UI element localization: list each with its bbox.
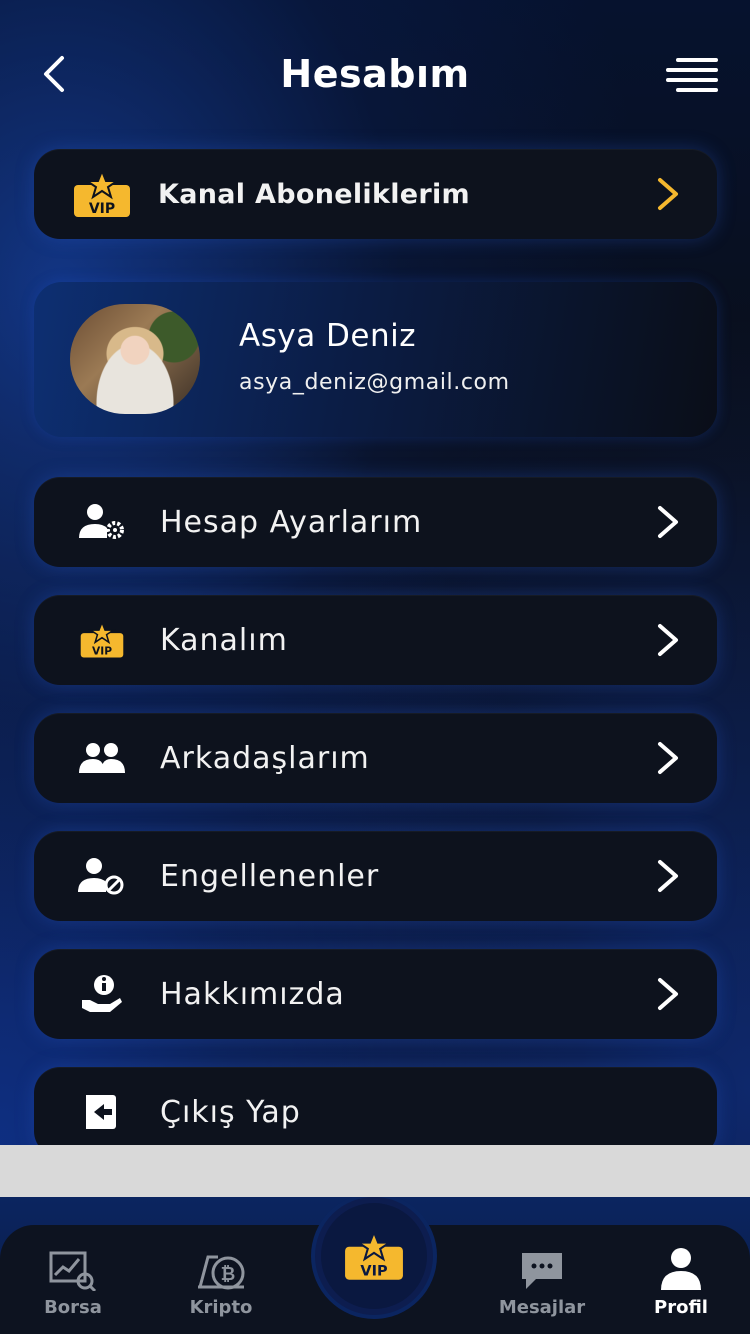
menu-button[interactable] xyxy=(666,56,718,94)
bottom-tab-bar: Borsa ₿ Kripto VIP Mesajlar Profil xyxy=(0,1197,750,1334)
chevron-right-icon xyxy=(658,978,678,1010)
logout-icon xyxy=(72,1087,132,1137)
divider-band xyxy=(0,1145,750,1197)
vip-badge-text: VIP xyxy=(92,644,112,657)
menu-item-label: Engellenenler xyxy=(160,858,380,894)
header: Hesabım xyxy=(0,40,750,110)
tab-label: Profil xyxy=(654,1297,708,1318)
stock-chart-icon xyxy=(18,1247,128,1291)
vip-icon: VIP xyxy=(72,615,132,665)
chevron-right-icon xyxy=(658,506,678,538)
channel-subscriptions-item[interactable]: VIP Kanal Aboneliklerim xyxy=(34,149,717,239)
chevron-right-icon xyxy=(658,860,678,892)
page-title: Hesabım xyxy=(280,52,470,96)
profile-name: Asya Deniz xyxy=(239,318,417,354)
vip-badge-text: VIP xyxy=(89,201,115,217)
menu-item-label: Hesap Ayarlarım xyxy=(160,504,423,540)
menu-item-blocked[interactable]: Engellenenler xyxy=(34,831,717,921)
menu-item-label: Kanalım xyxy=(160,622,288,658)
menu-item-label: Hakkımızda xyxy=(160,976,345,1012)
menu-item-label: Çıkış Yap xyxy=(160,1094,301,1130)
chat-icon xyxy=(487,1247,597,1291)
menu-item-about[interactable]: Hakkımızda xyxy=(34,949,717,1039)
info-hand-icon xyxy=(72,969,132,1019)
menu-item-my-channel[interactable]: VIP Kanalım xyxy=(34,595,717,685)
hamburger-icon xyxy=(666,58,718,92)
vip-icon: VIP xyxy=(72,169,132,219)
account-screen: Hesabım VIP Kanal Aboneliklerim Asya Den xyxy=(0,0,750,1145)
chevron-right-icon xyxy=(658,624,678,656)
user-icon xyxy=(626,1247,736,1291)
crypto-icon: ₿ xyxy=(166,1247,276,1291)
profile-email: asya_deniz@gmail.com xyxy=(239,370,510,395)
vip-icon: VIP xyxy=(345,1230,403,1280)
channel-subscriptions-label: Kanal Aboneliklerim xyxy=(158,178,470,210)
tab-kripto[interactable]: ₿ Kripto xyxy=(166,1247,276,1318)
menu-item-logout[interactable]: Çıkış Yap xyxy=(34,1067,717,1145)
avatar xyxy=(70,304,200,414)
friends-icon xyxy=(72,733,132,783)
tab-label: Borsa xyxy=(44,1297,102,1318)
center-vip-button[interactable]: VIP xyxy=(315,1197,433,1315)
tab-mesajlar[interactable]: Mesajlar xyxy=(487,1247,597,1318)
blocked-user-icon xyxy=(72,851,132,901)
tab-borsa[interactable]: Borsa xyxy=(18,1247,128,1318)
tab-label: Mesajlar xyxy=(498,1297,586,1318)
vip-badge-text: VIP xyxy=(360,1264,387,1280)
chevron-right-icon xyxy=(658,742,678,774)
tab-profil[interactable]: Profil xyxy=(626,1247,736,1318)
menu-item-friends[interactable]: Arkadaşlarım xyxy=(34,713,717,803)
tab-label: Kripto xyxy=(189,1297,253,1318)
menu-item-account-settings[interactable]: Hesap Ayarlarım xyxy=(34,477,717,567)
user-settings-icon xyxy=(72,497,132,547)
svg-text:₿: ₿ xyxy=(221,1264,236,1285)
profile-card[interactable]: Asya Deniz asya_deniz@gmail.com xyxy=(34,282,717,437)
chevron-right-icon xyxy=(658,178,678,210)
menu-item-label: Arkadaşlarım xyxy=(160,740,370,776)
